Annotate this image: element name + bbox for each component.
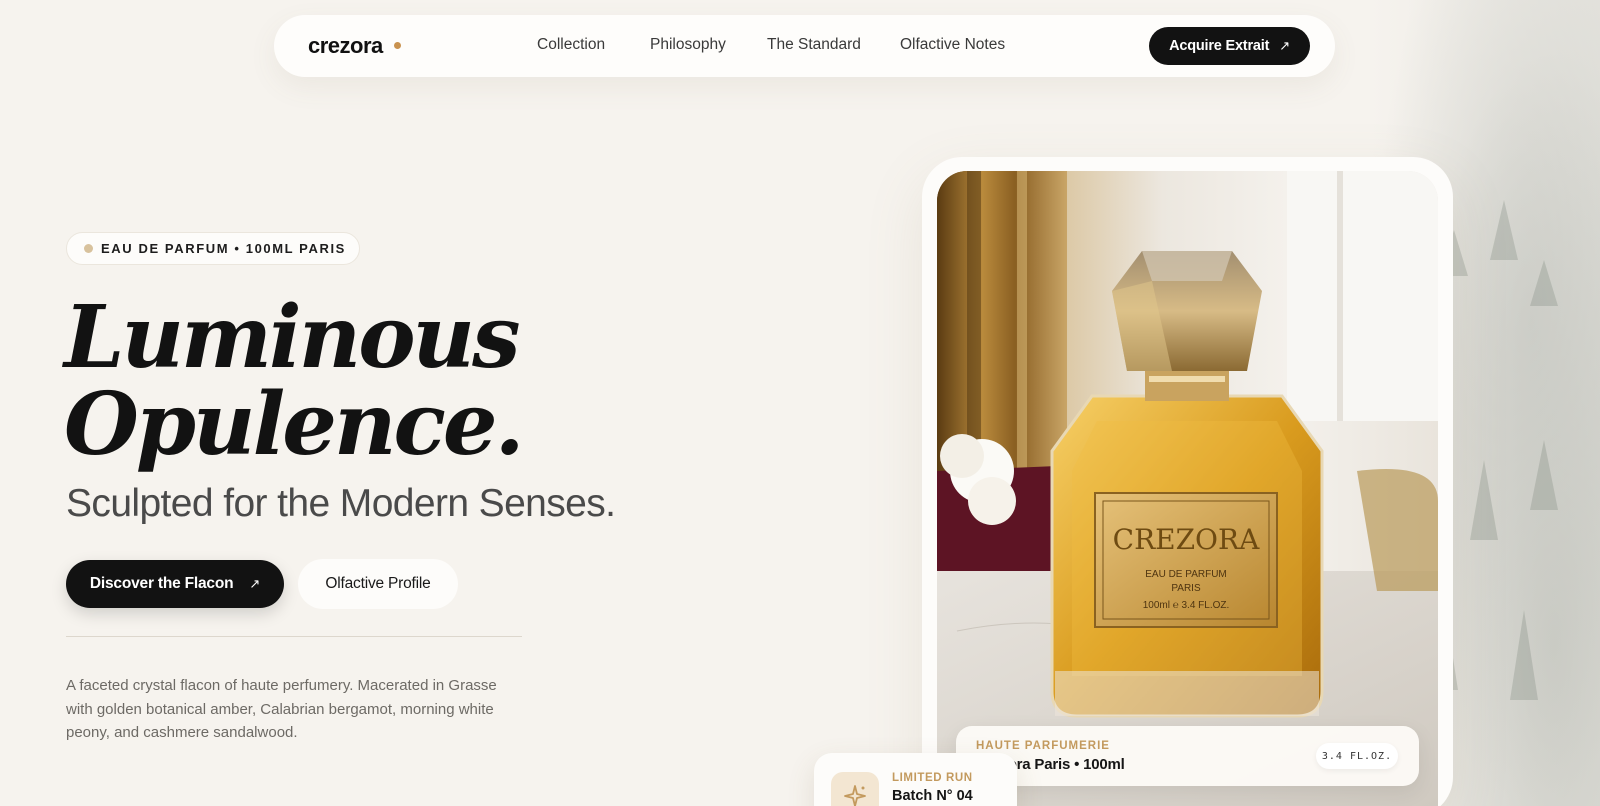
tree-silhouette (1530, 440, 1558, 510)
perfume-bottle-illustration: CREZORA EAU DE PARFUM PARIS 100ml ℮ 3.4 … (937, 171, 1438, 806)
label-line-2: PARIS (1171, 583, 1201, 594)
discover-flacon-label: Discover the Flacon (89, 575, 234, 592)
info-eyebrow: HAUTE PARFUMERIE (976, 740, 1110, 752)
tree-silhouette (1510, 610, 1538, 700)
top-navigation: crezora Collection Philosophy The Standa… (274, 15, 1335, 77)
divider (66, 636, 522, 637)
product-info-card[interactable]: HAUTE PARFUMERIE Crezora Paris • 100ml 3… (956, 726, 1419, 786)
nav-link-olfactive-notes[interactable]: Olfactive Notes (900, 36, 1005, 54)
hero-headline: Luminous Opulence. (64, 287, 525, 475)
hero-subheadline: Sculpted for the Modern Senses. (66, 482, 616, 525)
label-line-1: EAU DE PARFUM (1145, 569, 1227, 580)
headline-line-1: Luminous (64, 287, 520, 388)
nav-link-the-standard[interactable]: The Standard (767, 36, 861, 54)
product-badge: EAU DE PARFUM • 100ML PARIS (66, 232, 360, 265)
arrow-up-right-icon: ↗ (1279, 38, 1290, 53)
nav-link-philosophy[interactable]: Philosophy (650, 36, 726, 54)
nav-link-collection[interactable]: Collection (537, 36, 605, 54)
label-brand: CREZORA (1113, 523, 1260, 556)
badge-dot (84, 244, 93, 253)
volume-chip: 3.4 FL.OZ. (1316, 743, 1398, 769)
brand-logo[interactable]: crezora (308, 33, 383, 59)
perfume-bottle-photo: CREZORA EAU DE PARFUM PARIS 100ml ℮ 3.4 … (937, 171, 1438, 806)
arrow-up-right-icon: ↗ (249, 576, 261, 591)
headline-line-2: Opulence. (64, 374, 525, 475)
limited-run-card[interactable]: LIMITED RUN Batch N° 04 (814, 753, 1017, 806)
hero-description: A faceted crystal flacon of haute perfum… (66, 677, 497, 741)
sparkle-icon (831, 772, 879, 806)
acquire-extrait-button[interactable]: Acquire Extrait ↗ (1149, 27, 1310, 65)
logo-dot (394, 42, 401, 49)
badge-label: EAU DE PARFUM • 100ML PARIS (101, 241, 346, 256)
acquire-extrait-label: Acquire Extrait (1169, 38, 1270, 54)
limited-eyebrow: LIMITED RUN (892, 772, 973, 784)
limited-title: Batch N° 04 (892, 788, 973, 804)
olfactive-profile-button[interactable]: Olfactive Profile (298, 559, 458, 609)
label-line-3: 100ml ℮ 3.4 FL.OZ. (1143, 600, 1230, 611)
tree-silhouette (1490, 200, 1518, 260)
tree-silhouette (1470, 460, 1498, 540)
tree-silhouette (1530, 260, 1558, 306)
discover-flacon-button[interactable]: Discover the Flacon ↗ (66, 560, 284, 608)
